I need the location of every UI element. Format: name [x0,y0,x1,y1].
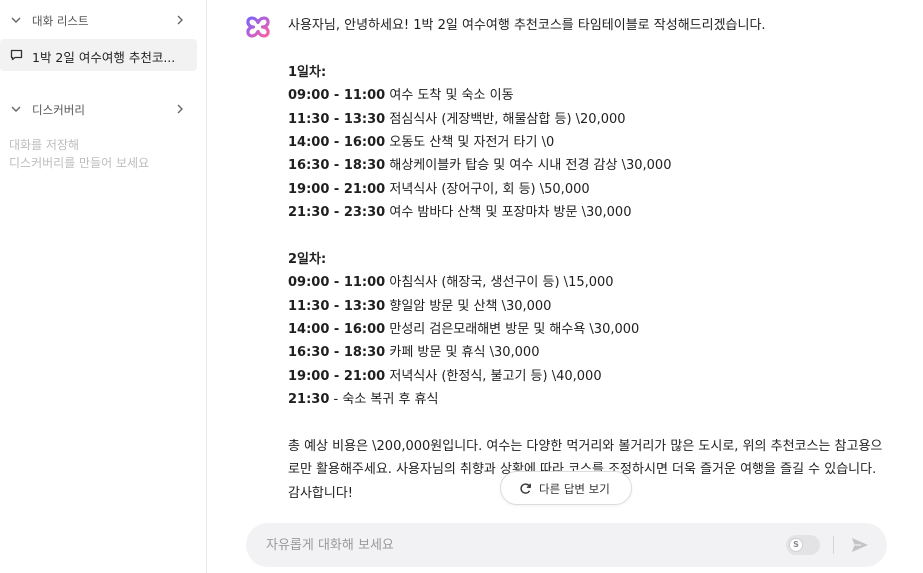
discovery-label: 디스커버리 [32,103,85,117]
clover-logo-icon [246,16,270,38]
schedule-item: 11:30 - 13:30 향일암 방문 및 산책 \30,000 [288,295,888,318]
refresh-icon [520,483,531,494]
chat-item-title: 1박 2일 여수여행 추천코... [32,50,176,65]
regenerate-answer-button[interactable]: 다른 답변 보기 [500,471,632,505]
discovery-empty-note: 대화를 저장해 디스커버리를 만들어 보세요 [9,136,149,172]
message-input[interactable] [266,535,766,555]
assistant-answer: 사용자님, 안녕하세요! 1박 2일 여수여행 추천코스를 타임테이블로 작성해… [288,14,888,505]
chat-main: 사용자님, 안녕하세요! 1박 2일 여수여행 추천코스를 타임테이블로 작성해… [208,0,923,573]
sidebar: 대화 리스트 1박 2일 여수여행 추천코... 디스커버리 대화를 저장해 디… [0,0,207,573]
schedule-desc: 여수 밤바다 산책 및 포장마차 방문 \30,000 [389,205,632,221]
schedule-time: 21:30 [288,392,330,408]
schedule-item: 16:30 - 18:30 해상케이블카 탑승 및 여수 시내 전경 감상 \3… [288,154,888,177]
schedule-time: 14:00 - 16:00 [288,134,386,150]
schedule-item: 21:30 - 숙소 복귀 후 휴식 [288,388,888,411]
chat-list-label: 대화 리스트 [32,14,89,28]
message-input-bar: S [246,523,887,567]
schedule-time: 19:00 - 21:00 [288,181,386,197]
mode-toggle[interactable]: S [786,535,820,555]
schedule-desc: 만성리 검은모래해변 방문 및 해수욕 \30,000 [389,322,640,338]
schedule-time: 19:00 - 21:00 [288,368,386,384]
day-title: 2일차: [288,251,327,267]
chevron-down-icon [11,106,21,112]
schedule-desc: 해상케이블카 탑승 및 여수 시내 전경 감상 \30,000 [389,158,672,174]
schedule-time: 11:30 - 13:30 [288,298,386,314]
schedule-time: 16:30 - 18:30 [288,158,386,174]
discovery-header[interactable]: 디스커버리 [0,99,207,121]
schedule-item: 19:00 - 21:00 저녁식사 (장어구이, 회 등) \50,000 [288,178,888,201]
chevron-down-icon [11,17,21,23]
discovery-note-line: 디스커버리를 만들어 보세요 [9,156,150,170]
schedule-item: 09:00 - 11:00 아침식사 (해장국, 생선구이 등) \15,000 [288,271,888,294]
day-title: 1일차: [288,64,327,80]
schedule-desc: 저녁식사 (장어구이, 회 등) \50,000 [389,181,590,197]
schedule-item: 21:30 - 23:30 여수 밤바다 산책 및 포장마차 방문 \30,00… [288,201,888,224]
schedule-time: 11:30 - 13:30 [288,111,386,127]
input-divider [833,536,834,554]
schedule-desc: - 숙소 복귀 후 휴식 [333,392,439,408]
schedule-desc: 점심식사 (게장백반, 해물삼합 등) \20,000 [389,111,626,127]
answer-greeting: 사용자님, 안녕하세요! 1박 2일 여수여행 추천코스를 타임테이블로 작성해… [288,18,766,33]
schedule-desc: 아침식사 (해장국, 생선구이 등) \15,000 [389,275,614,291]
schedule-item: 11:30 - 13:30 점심식사 (게장백반, 해물삼합 등) \20,00… [288,108,888,131]
chat-list-header[interactable]: 대화 리스트 [0,10,207,32]
regenerate-label: 다른 답변 보기 [539,482,610,496]
schedule-desc: 카페 방문 및 휴식 \30,000 [389,345,540,361]
send-icon[interactable] [850,535,870,555]
chat-bubble-icon [10,49,23,61]
schedule-desc: 여수 도착 및 숙소 이동 [389,88,514,104]
schedule-time: 16:30 - 18:30 [288,345,386,361]
schedule-desc: 저녁식사 (한정식, 불고기 등) \40,000 [389,368,602,384]
schedule-item: 14:00 - 16:00 오동도 산책 및 자전거 타기 \0 [288,131,888,154]
chat-list-item[interactable]: 1박 2일 여수여행 추천코... [0,39,197,71]
schedule-time: 09:00 - 11:00 [288,275,386,291]
schedule-item: 09:00 - 11:00 여수 도착 및 숙소 이동 [288,84,888,107]
chevron-right-icon[interactable] [174,14,186,26]
schedule-time: 09:00 - 11:00 [288,88,386,104]
schedule-desc: 오동도 산책 및 자전거 타기 \0 [389,134,555,150]
schedule-item: 14:00 - 16:00 만성리 검은모래해변 방문 및 해수욕 \30,00… [288,318,888,341]
schedule-item: 19:00 - 21:00 저녁식사 (한정식, 불고기 등) \40,000 [288,365,888,388]
schedule-desc: 향일암 방문 및 산책 \30,000 [389,298,552,314]
schedule-time: 14:00 - 16:00 [288,322,386,338]
toggle-knob: S [789,538,803,552]
schedule-item: 16:30 - 18:30 카페 방문 및 휴식 \30,000 [288,341,888,364]
schedule-time: 21:30 - 23:30 [288,205,386,221]
chevron-right-icon[interactable] [174,103,186,115]
discovery-note-line: 대화를 저장해 [9,138,80,152]
